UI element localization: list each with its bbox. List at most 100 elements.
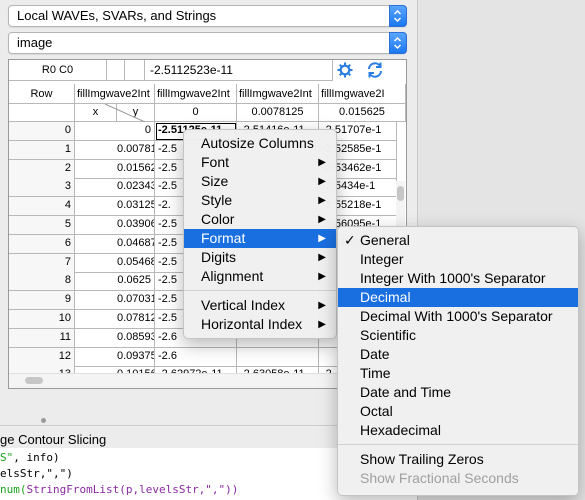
format-option-show-trailing-zeros[interactable]: Show Trailing Zeros: [338, 450, 578, 469]
cell-x[interactable]: [75, 141, 117, 160]
format-option-date-and-time[interactable]: Date and Time: [338, 383, 578, 402]
submenu-arrow-icon: ▶: [318, 233, 326, 244]
column-index[interactable]: 0: [155, 104, 237, 122]
format-option-scientific[interactable]: Scientific: [338, 326, 578, 345]
header-diagonal: [104, 104, 146, 122]
menu-item-label: Integer: [360, 251, 404, 267]
row-number[interactable]: 6: [9, 234, 75, 254]
wave-name-popup[interactable]: image: [8, 32, 407, 54]
menu-item-label: Digits: [201, 249, 237, 265]
format-option-general[interactable]: ✓ General: [338, 231, 578, 250]
wave-list-popup-label: Local WAVEs, SVARs, and Strings: [17, 8, 217, 23]
context-menu[interactable]: Autosize Columns Font ▶ Size ▶ Style ▶ Color ▶ Fo…: [183, 129, 337, 339]
cell-y[interactable]: 0.0390625: [117, 216, 155, 235]
row-number[interactable]: 0: [9, 122, 75, 141]
format-option-time[interactable]: Time: [338, 364, 578, 383]
row-number[interactable]: 5: [9, 216, 75, 235]
context-menu-item-size[interactable]: Size ▶: [184, 172, 336, 191]
context-menu-item-alignment[interactable]: Alignment ▶: [184, 267, 336, 286]
row-number[interactable]: 8: [9, 272, 75, 292]
entry-spacer: [125, 60, 145, 81]
cell-x[interactable]: [75, 329, 117, 348]
refresh-icon[interactable]: [366, 61, 384, 82]
row-number[interactable]: 3: [9, 178, 75, 198]
wave-list-stepper-icon[interactable]: [389, 5, 407, 27]
menu-item-label: Font: [201, 154, 230, 170]
context-menu-item-vertical-index[interactable]: Vertical Index ▶: [184, 296, 336, 315]
menu-item-label: Style: [201, 192, 233, 208]
column-header[interactable]: fillImgwave2Int: [155, 84, 237, 104]
submenu-arrow-icon: ▶: [318, 319, 326, 330]
menu-item-label: Scientific: [360, 327, 417, 343]
context-menu-item-color[interactable]: Color ▶: [184, 210, 336, 229]
menu-item-label: Time: [360, 365, 391, 381]
gear-icon[interactable]: [337, 62, 353, 81]
row-number[interactable]: 4: [9, 197, 75, 217]
cell-x[interactable]: [75, 291, 117, 311]
column-index[interactable]: 0.0078125: [237, 104, 319, 122]
cell-x[interactable]: [75, 160, 117, 179]
cell-y[interactable]: 0.0625: [117, 272, 155, 292]
context-menu-item-style[interactable]: Style ▶: [184, 191, 336, 210]
context-menu-item-font[interactable]: Font ▶: [184, 153, 336, 172]
row-number[interactable]: 1: [9, 140, 75, 160]
cell-y[interactable]: 0.09375: [117, 347, 155, 367]
cell-x[interactable]: [75, 235, 117, 254]
column-header[interactable]: fillImgwave2Int: [237, 84, 319, 104]
splitter-dot[interactable]: [41, 418, 46, 423]
cell-y[interactable]: 0: [117, 122, 155, 141]
format-option-integer[interactable]: Integer: [338, 250, 578, 269]
wave-list-popup[interactable]: Local WAVEs, SVARs, and Strings: [8, 5, 407, 27]
format-submenu[interactable]: ✓ General Integer Integer With 1000's Separ…: [337, 226, 579, 496]
submenu-arrow-icon: ▶: [318, 300, 326, 311]
column-header-row[interactable]: Row: [9, 84, 75, 104]
cell-y[interactable]: 0.0078125: [117, 140, 155, 160]
row-number[interactable]: 12: [9, 347, 75, 367]
format-option-hexadecimal[interactable]: Hexadecimal: [338, 421, 578, 440]
context-menu-item-digits[interactable]: Digits ▶: [184, 248, 336, 267]
cell-x[interactable]: [75, 178, 117, 198]
context-menu-item-format[interactable]: Format ▶: [184, 229, 336, 248]
cell-y[interactable]: 0.046875: [117, 234, 155, 254]
row-number[interactable]: 11: [9, 328, 75, 348]
column-index[interactable]: 0.015625: [319, 104, 406, 122]
cell-y[interactable]: 0.0859375: [117, 328, 155, 348]
format-option-octal[interactable]: Octal: [338, 402, 578, 421]
row-number[interactable]: 2: [9, 159, 75, 179]
format-option-date[interactable]: Date: [338, 345, 578, 364]
format-option-decimal-with-1000-s-separator[interactable]: Decimal With 1000's Separator: [338, 307, 578, 326]
format-option-show-fractional-seconds: Show Fractional Seconds: [338, 469, 578, 488]
context-menu-item-horizontal-index[interactable]: Horizontal Index ▶: [184, 315, 336, 334]
cell-x[interactable]: [75, 310, 117, 329]
cell-y[interactable]: 0.015625: [117, 159, 155, 179]
cell-value[interactable]: [237, 347, 319, 367]
wave-name-stepper-icon[interactable]: [389, 32, 407, 54]
column-header[interactable]: fillImgwave2Int: [75, 84, 155, 104]
format-option-decimal[interactable]: Decimal: [338, 288, 578, 307]
column-header[interactable]: fillImgwave2I: [319, 84, 406, 104]
cell-x[interactable]: [75, 272, 117, 292]
format-option-integer-with-1000-s-separator[interactable]: Integer With 1000's Separator: [338, 269, 578, 288]
cell-x[interactable]: [75, 197, 117, 217]
cell-y[interactable]: 0.03125: [117, 197, 155, 217]
cell-x[interactable]: [75, 216, 117, 235]
cell-y[interactable]: 0.0234375: [117, 178, 155, 198]
cell-value[interactable]: -2.6: [155, 347, 237, 367]
cell-y[interactable]: 0.0546875: [117, 253, 155, 273]
cell-x[interactable]: [75, 122, 117, 141]
cell-value-entry[interactable]: -2.5112523e-11: [145, 60, 333, 81]
row-number[interactable]: 9: [9, 291, 75, 311]
menu-item-label: Vertical Index: [201, 297, 286, 313]
vertical-scroll-thumb[interactable]: [397, 186, 404, 201]
horizontal-scroll-thumb[interactable]: [25, 377, 43, 384]
cell-y[interactable]: 0.0703125: [117, 291, 155, 311]
header-blank: [9, 104, 75, 122]
row-number[interactable]: 10: [9, 310, 75, 329]
submenu-arrow-icon: ▶: [318, 176, 326, 187]
cell-x[interactable]: [75, 254, 117, 273]
context-menu-item-autosize-columns[interactable]: Autosize Columns: [184, 134, 336, 153]
row-number[interactable]: 7: [9, 253, 75, 273]
cell-y[interactable]: 0.078125: [117, 310, 155, 329]
menu-item-label: Date: [360, 346, 390, 362]
cell-x[interactable]: [75, 348, 117, 367]
